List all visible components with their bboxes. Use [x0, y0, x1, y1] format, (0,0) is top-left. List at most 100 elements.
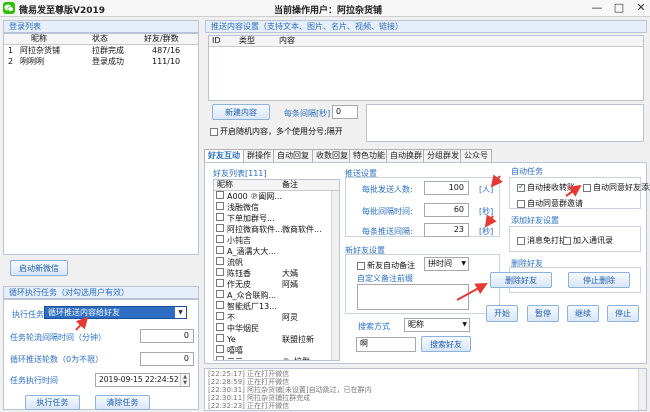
interval-label: 任务轮流间隔时间（分钟） [10, 333, 106, 342]
friend-row[interactable]: 二二 ℗_拉群 [214, 356, 339, 360]
push-content-list: ID 类型 内容 [208, 35, 644, 101]
add-friend-title: 添加好友设置 [511, 216, 559, 225]
friend-list-title: 好友列表[111] [213, 169, 267, 178]
friend-row[interactable]: 浅融微信 [214, 202, 339, 213]
login-col-status: 状态 [92, 34, 108, 43]
start-new-wechat-button[interactable]: 启动新微信 [10, 260, 68, 276]
friend-note: 大嫣 [282, 269, 298, 278]
accept-invite-checkbox[interactable]: 自动同意群邀请 [517, 198, 583, 209]
search-mode-select[interactable]: 昵称 ▼ [404, 318, 470, 332]
auto-task-title: 自动任务 [511, 167, 543, 176]
tab-auto-reply[interactable]: 自动回复 [273, 149, 313, 162]
batch-interval-input[interactable]: 60 [424, 203, 469, 217]
execute-task-button[interactable]: 执行任务 [25, 395, 80, 410]
friend-row[interactable]: 下单加群号... [214, 213, 339, 224]
friend-nick: 陈钰香 [227, 269, 251, 278]
friend-nick: A_众合联购... [227, 291, 277, 300]
spinner-icon[interactable]: ▲ ▼ [180, 374, 189, 386]
friend-row[interactable]: 陈钰香 大嫣 [214, 268, 339, 279]
stop-button[interactable]: 停止 [607, 305, 639, 322]
friend-row[interactable]: A_众合联购... [214, 290, 339, 301]
daily-count-unit: [人] [479, 185, 494, 194]
log-line: [22:25:17] 正在打开微信 [208, 370, 290, 378]
delete-friend-button[interactable]: 删除好友 [490, 272, 552, 288]
custom-remark-input[interactable] [357, 284, 469, 310]
friend-col-nick: 昵称 [217, 180, 233, 189]
start-button[interactable]: 开始 [486, 305, 518, 322]
chevron-down-icon: ▼ [461, 260, 466, 267]
current-user-label: 当前操作用户：阿拉杂货铺 [274, 6, 383, 16]
friend-list-scrollbar[interactable] [331, 191, 339, 360]
push-interval-label: 每条间隔[秒] [284, 109, 331, 118]
login-list: 昵称 状态 好友/群数 1 阿拉杂货铺 拉群完成 487/16 2 咧咧咧 登录… [3, 33, 199, 255]
log-line: [22:30:11] 阿拉杂货铺拉群完成 [208, 394, 311, 402]
interval-input[interactable]: 0 [140, 329, 194, 343]
batch-interval-label: 每批间隔时间: [362, 207, 413, 216]
login-row[interactable]: 1 阿拉杂货铺 拉群完成 487/16 [4, 45, 198, 56]
friend-col-note: 备注 [282, 180, 298, 189]
add-contacts-checkbox[interactable]: 加入通讯录 [563, 235, 613, 246]
friend-row[interactable]: 嘻嘻 [214, 345, 339, 356]
tab-official-account[interactable]: 公众号 [460, 149, 492, 162]
tab-friend-interaction[interactable]: 好友互动 [204, 149, 244, 163]
rounds-label: 循环推送轮数（0为不限） [10, 355, 104, 364]
friend-nick: 浅融微信 [227, 203, 259, 212]
clear-task-button[interactable]: 清除任务 [95, 395, 150, 410]
title-bar: 微易发至尊版V2019 当前操作用户：阿拉杂货铺 — □ ✕ [0, 0, 650, 17]
tab-group-broadcast[interactable]: 分组群发 [423, 149, 463, 162]
random-content-checkbox[interactable]: 开启随机内容，多个使用分号;隔开 [210, 126, 343, 137]
friend-row[interactable]: 中华烟民 [214, 323, 339, 334]
tab-features[interactable]: 特色功能 [349, 149, 389, 162]
login-col-count: 好友/群数 [144, 34, 179, 43]
log-scrollbar[interactable] [638, 369, 646, 410]
daily-count-input[interactable]: 100 [424, 181, 469, 195]
search-input[interactable]: 啊 [356, 337, 416, 352]
tab-collect-reply[interactable]: 收数回复 [312, 149, 352, 162]
time-input[interactable]: 2019-09-15 22:24:52 ▲ ▼ [95, 373, 190, 387]
push-col-content: 内容 [279, 36, 295, 45]
remark-select[interactable]: 拼时间 ▼ [424, 257, 469, 271]
custom-remark-label: 自定义备注前缀 [357, 274, 413, 283]
close-button[interactable]: ✕ [628, 0, 650, 17]
friend-note: ℗_拉群 [282, 356, 310, 360]
each-interval-input[interactable]: 23 [424, 223, 469, 237]
friend-row[interactable]: 小钝吉 [214, 235, 339, 246]
task-label: 执行任务 [12, 310, 44, 319]
rounds-input[interactable]: 0 [140, 352, 194, 366]
friend-row[interactable]: 不 阿灵 [214, 312, 339, 323]
accept-transfer-checkbox[interactable]: 自动接收转账 [517, 182, 575, 193]
friend-row[interactable]: 智能纸厂13... [214, 301, 339, 312]
tab-auto-switch-group[interactable]: 自动换群 [386, 149, 426, 162]
continue-button[interactable]: 继续 [567, 305, 599, 322]
friend-note: 联盟拉新 [282, 335, 314, 344]
loop-task-title: 循环执行任务（对勾选用户有效） [3, 286, 199, 299]
friend-row[interactable]: A000 ℗阖网... [214, 191, 339, 202]
friend-row[interactable]: 流帆 [214, 257, 339, 268]
batch-interval-unit: [秒] [479, 207, 494, 216]
auto-remark-checkbox[interactable]: 新友自动备注 [357, 260, 415, 271]
random-content-textarea[interactable] [366, 104, 644, 142]
friend-row[interactable]: 阿拉微商软件... 微商软件... [214, 224, 339, 235]
friend-nick: 智能纸厂13... [227, 302, 277, 311]
push-interval-input[interactable]: 0 [332, 105, 358, 119]
login-col-nick: 昵称 [31, 34, 47, 43]
each-interval-label: 每条推送间隔: [362, 227, 413, 236]
new-content-button[interactable]: 新建内容 [212, 104, 270, 120]
app-title: 微易发至尊版V2019 [19, 6, 106, 16]
friend-nick: 作无皮 [227, 280, 251, 289]
search-friend-button[interactable]: 搜索好友 [421, 336, 471, 352]
pause-button[interactable]: 暂停 [527, 305, 559, 322]
task-select[interactable]: 循环推送内容给好友 ▼ [44, 306, 187, 319]
tab-group-ops[interactable]: 群操作 [243, 149, 275, 162]
login-row[interactable]: 2 咧咧咧 登录成功 111/10 [4, 56, 198, 67]
auto-add-friend-checkbox[interactable]: 自动同意好友添加 [583, 182, 650, 193]
friend-row[interactable]: Ye 联盟拉新 [214, 334, 339, 345]
friend-row[interactable]: A_涵濡大大... [214, 246, 339, 257]
chevron-down-icon[interactable]: ▼ [175, 307, 186, 318]
friend-nick: A_涵濡大大... [227, 247, 277, 256]
no-disturb-checkbox[interactable]: 消息免打扰 [517, 235, 567, 246]
friend-nick: 流帆 [227, 258, 243, 267]
daily-count-label: 每批发送人数: [362, 185, 413, 194]
friend-row[interactable]: 作无皮 阿嫣 [214, 279, 339, 290]
stop-delete-button[interactable]: 停止删除 [568, 272, 630, 288]
